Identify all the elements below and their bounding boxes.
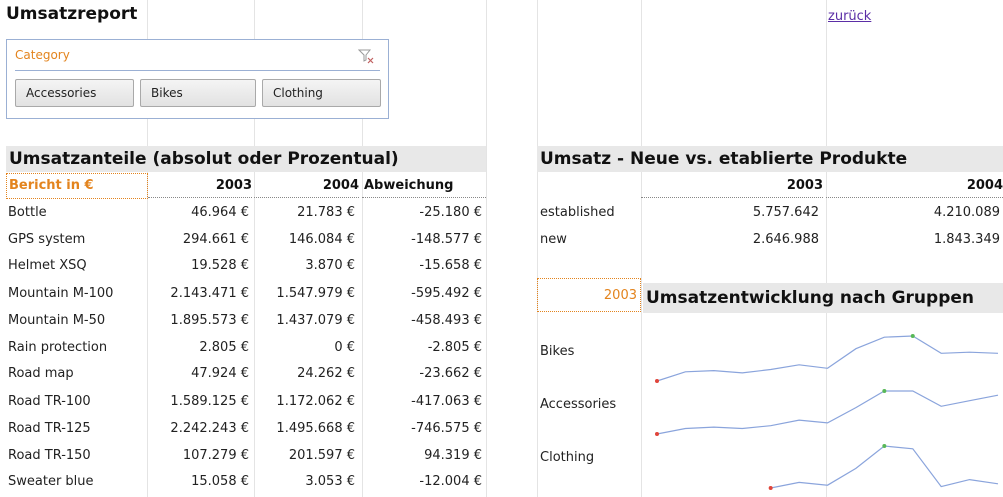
sparkline-label: Accessories [540,397,617,412]
row-value-abweichung: 94.319 € [424,448,482,463]
row-value-2003: 19.528 € [191,258,249,273]
row-product-name: Mountain M-100 [8,286,114,301]
row-value-2004: 0 € [334,340,355,355]
row-product-name: Road TR-100 [8,394,91,409]
grid-line [537,0,538,497]
row-value-2004: 1.172.062 € [276,394,355,409]
sparkline-year: 2003 [603,288,637,303]
row-value-abweichung: -12.004 € [419,474,482,489]
right-column-header-2003: 2003 [641,178,823,198]
row-value-2003: 46.964 € [191,205,249,220]
sparkline-section-header: Umsatzentwicklung nach Gruppen [643,283,1003,313]
row-value-2004: 3.053 € [305,474,355,489]
slicer-button-accessories[interactable]: Accessories [15,79,134,107]
sparkline-high-marker [882,389,887,393]
right-row-value-2003: 2.646.988 [752,232,819,247]
right-row-value-2003: 5.757.642 [752,205,819,220]
right-column-header-2004-text: 2004 [966,178,1003,193]
sparkline-line [770,445,999,489]
grid-line [641,0,642,497]
right-column-header-2004: 2004 [826,178,1003,198]
row-product-name: Bottle [8,205,47,220]
report-filter-label: Bericht in € [9,178,94,193]
row-value-abweichung: -458.493 € [411,313,482,328]
right-section-header: Umsatz - Neue vs. etablierte Produkte [537,146,1003,172]
sparkline-label: Clothing [540,450,595,465]
row-product-name: Road map [8,366,74,381]
row-value-2003: 107.279 € [182,448,249,463]
right-row-name: new [540,232,567,247]
sparkline-low-marker [655,379,659,383]
row-value-abweichung: -2.805 € [427,340,482,355]
grid-line [486,0,487,497]
row-product-name: Rain protection [8,340,108,355]
row-value-2004: 1.547.979 € [276,286,355,301]
row-value-2003: 47.924 € [191,366,249,381]
row-value-abweichung: -595.492 € [411,286,482,301]
slicer-divider [15,70,380,71]
row-value-2004: 201.597 € [288,448,355,463]
row-value-2004: 1.437.079 € [276,313,355,328]
row-value-2004: 146.084 € [288,232,355,247]
row-value-2003: 1.895.573 € [170,313,249,328]
sparkline-line [656,390,999,435]
column-header-2003: 2003 [148,178,252,198]
row-product-name: GPS system [8,232,86,247]
row-value-2003: 294.661 € [182,232,249,247]
slicer-button-bikes[interactable]: Bikes [140,79,256,107]
row-value-2003: 2.805 € [199,340,249,355]
left-section-header: Umsatzanteile (absolut oder Prozentual) [6,146,486,172]
row-value-abweichung: -25.180 € [419,205,482,220]
row-value-2004: 1.495.668 € [276,421,355,436]
right-row-name: established [540,205,615,220]
row-value-abweichung: -148.577 € [411,232,482,247]
row-value-2004: 24.262 € [297,366,355,381]
row-product-name: Mountain M-50 [8,313,106,328]
category-slicer: Category Accessories Bikes Clothing [6,39,389,119]
row-product-name: Sweater blue [8,474,94,489]
row-product-name: Helmet XSQ [8,258,87,273]
row-product-name: Road TR-125 [8,421,91,436]
slicer-button-clothing[interactable]: Clothing [262,79,381,107]
right-row-value-2004: 1.843.349 [933,232,1000,247]
slicer-header: Category [15,48,70,62]
row-value-2004: 3.870 € [305,258,355,273]
row-product-name: Road TR-150 [8,448,91,463]
sparkline-low-marker [768,486,773,490]
column-header-2004: 2004 [254,178,359,198]
right-row-value-2004: 4.210.089 [933,205,1000,220]
page-title: Umsatzreport [6,4,138,24]
sparkline-chart [655,334,999,490]
column-header-abweichung: Abweichung [362,178,486,198]
row-value-abweichung: -746.575 € [411,421,482,436]
sparkline-low-marker [655,432,659,436]
row-value-abweichung: -15.658 € [419,258,482,273]
row-value-2004: 21.783 € [297,205,355,220]
row-value-abweichung: -23.662 € [419,366,482,381]
row-value-2003: 2.242.243 € [170,421,249,436]
sparkline-high-marker [910,334,915,338]
sparkline-high-marker [882,444,887,448]
back-link[interactable]: zurück [828,9,871,24]
row-value-2003: 1.589.125 € [170,394,249,409]
row-value-2003: 15.058 € [191,474,249,489]
clear-filter-icon[interactable] [358,48,374,64]
sparkline-label: Bikes [540,344,575,359]
sparkline-line [656,335,999,382]
row-value-abweichung: -417.063 € [411,394,482,409]
row-value-2003: 2.143.471 € [170,286,249,301]
